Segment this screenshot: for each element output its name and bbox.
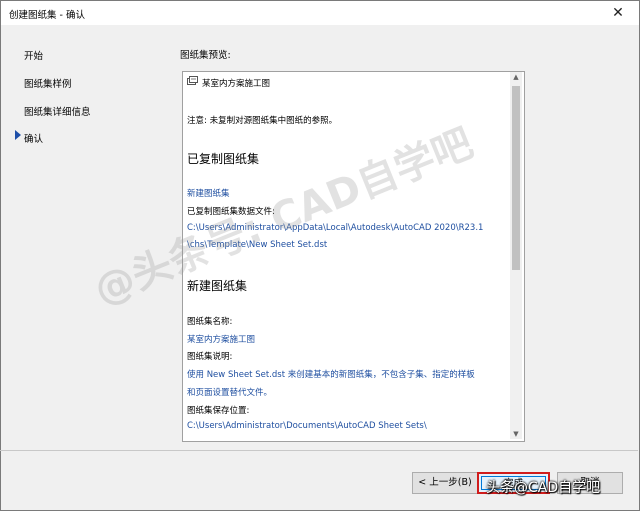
section-copied-heading: 已复制图纸集: [187, 152, 260, 166]
nav-item-confirm[interactable]: 确认: [24, 131, 43, 145]
preview-scrollbar[interactable]: ▲ ▼: [510, 72, 522, 439]
scroll-down-icon[interactable]: ▼: [510, 429, 522, 439]
close-icon[interactable]: ✕: [609, 4, 627, 22]
current-step-arrow-icon: [15, 130, 21, 140]
sheet-set-desc-line-2: 和页面设置替代文件。: [187, 388, 273, 398]
preview-label: 图纸集预览:: [180, 50, 231, 61]
window-title: 创建图纸集 - 确认: [9, 10, 85, 21]
sheet-set-icon: [187, 76, 198, 85]
sheet-set-desc-line-1: 使用 New Sheet Set.dst 来创建基本的新图纸集，不包含子集、指定…: [187, 370, 475, 380]
title-bar: 创建图纸集 - 确认 ✕: [1, 1, 639, 25]
scroll-thumb[interactable]: [512, 86, 520, 270]
footer-divider: [0, 450, 638, 451]
nav-item-start[interactable]: 开始: [24, 48, 43, 62]
sheet-set-name-label: 图纸集名称:: [187, 317, 233, 327]
save-location-label: 图纸集保存位置:: [187, 406, 250, 416]
nav-item-details[interactable]: 图纸集详细信息: [24, 104, 91, 118]
bottom-watermark: 头条@CAD自学吧: [486, 480, 601, 496]
copy-note: 注意: 未复制对源图纸集中图纸的参照。: [187, 116, 338, 126]
copied-sheet-set-name: 新建图纸集: [187, 189, 230, 199]
sheet-set-name-value: 某室内方案施工图: [187, 335, 256, 345]
scroll-up-icon[interactable]: ▲: [510, 72, 522, 82]
sheet-set-title: 某室内方案施工图: [202, 79, 271, 89]
back-button[interactable]: < 上一步(B): [412, 472, 478, 494]
nav-item-sample[interactable]: 图纸集样例: [24, 76, 72, 90]
sheet-set-desc-label: 图纸集说明:: [187, 352, 233, 362]
save-location-path: C:\Users\Administrator\Documents\AutoCAD…: [187, 421, 427, 431]
section-new-heading: 新建图纸集: [187, 279, 248, 293]
